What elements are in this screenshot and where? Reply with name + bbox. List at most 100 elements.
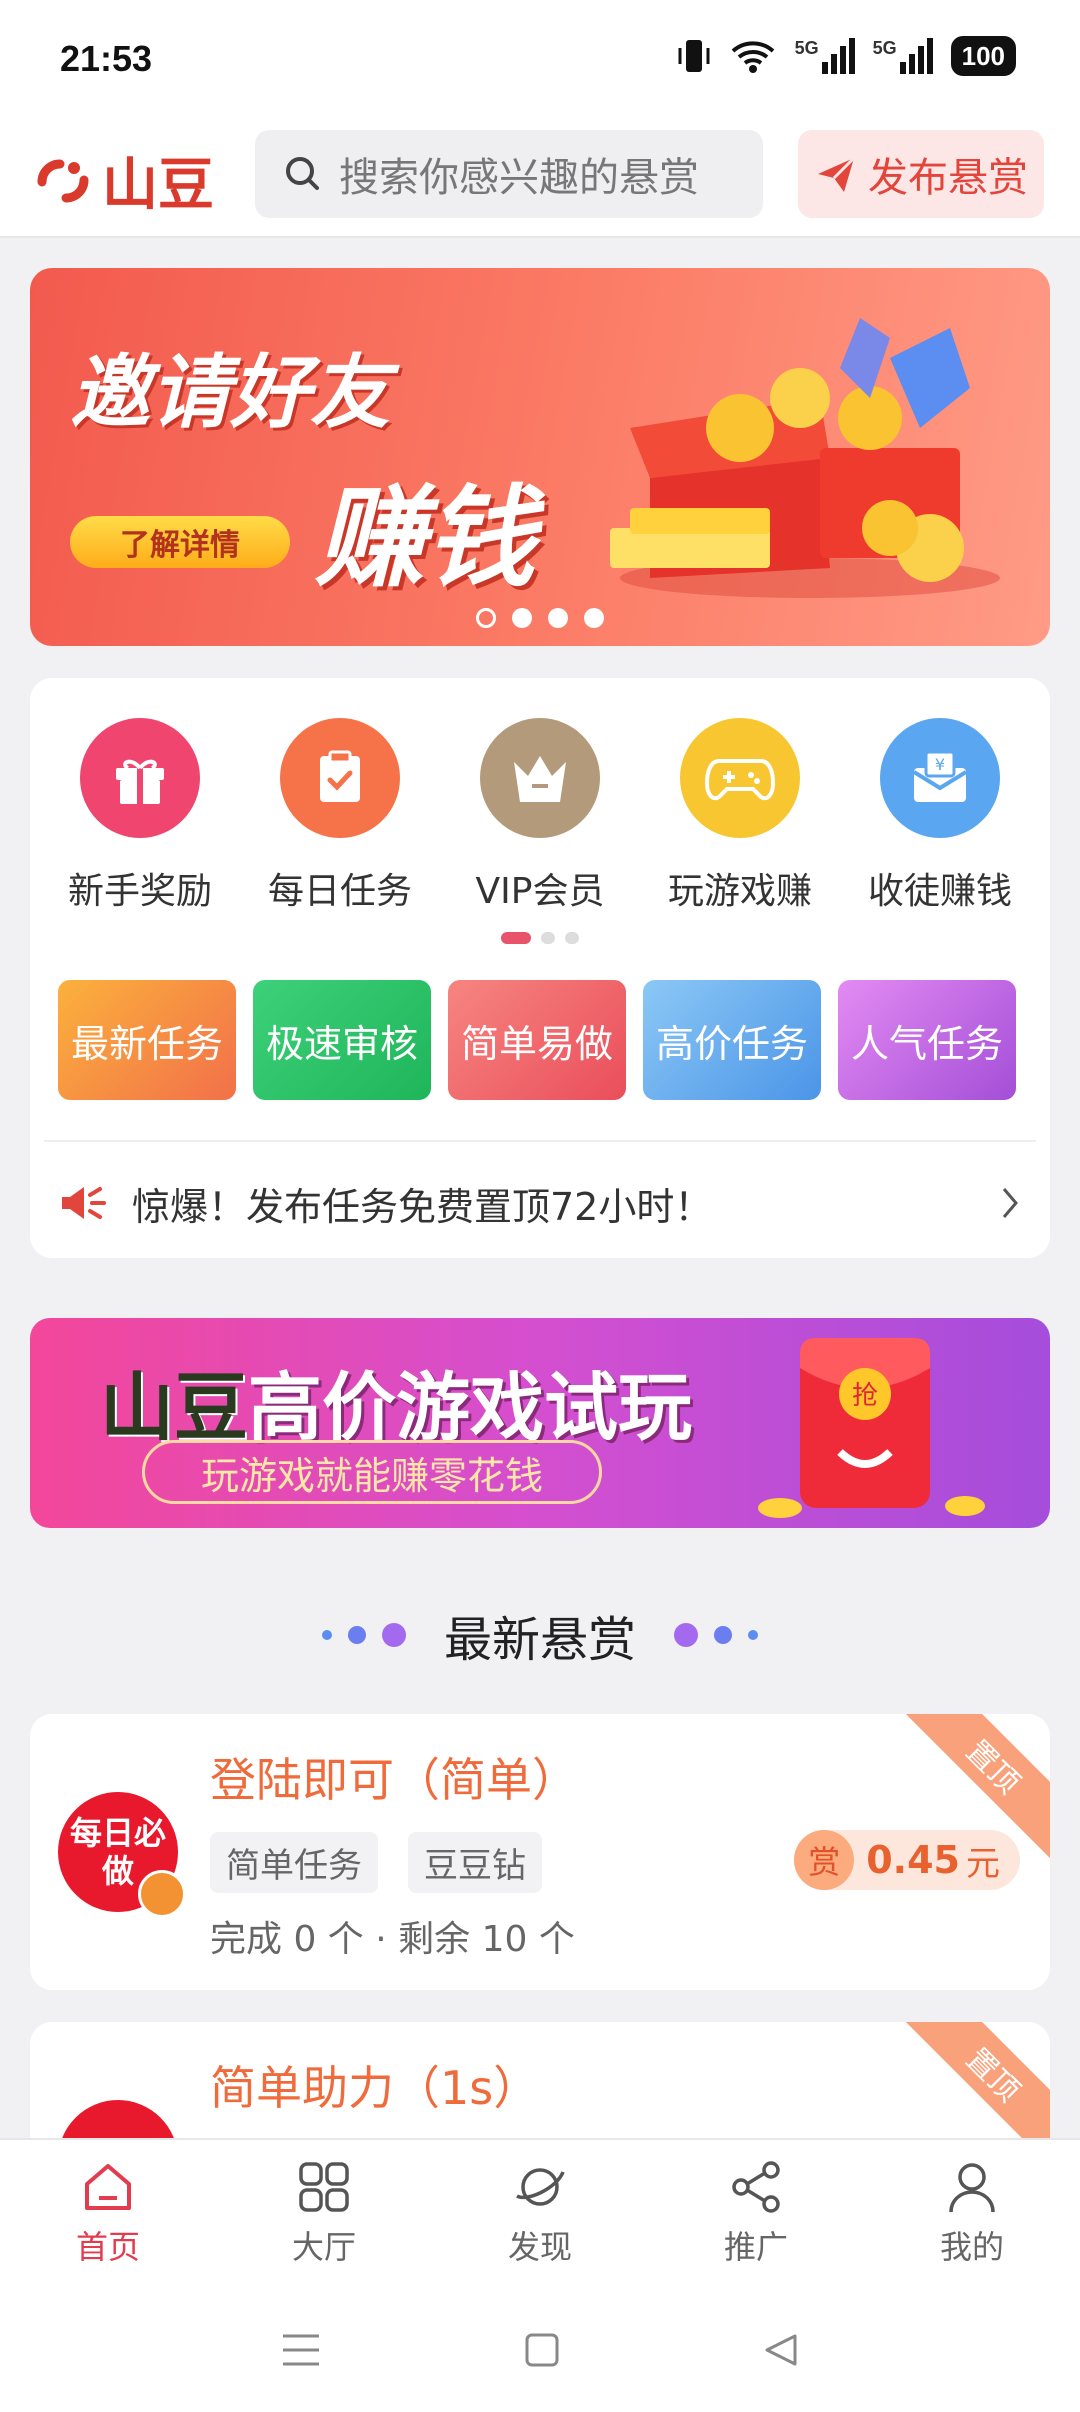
menu-icon[interactable] xyxy=(281,2332,321,2368)
banner-detail-button[interactable]: 了解详情 xyxy=(70,516,290,568)
tab-discover[interactable]: 发现 xyxy=(432,2140,648,2288)
task-title: 简单助力（1s） xyxy=(210,2061,540,2115)
task-card[interactable]: 每日必做 登陆即可（简单） 简单任务 豆豆钻 完成 0 个 · 剩余 10 个 … xyxy=(30,1714,1050,1990)
crown-icon xyxy=(480,718,600,838)
carousel-dot[interactable] xyxy=(584,608,604,628)
logo-text: 山豆 xyxy=(102,153,214,218)
status-time: 21:53 xyxy=(60,38,153,79)
paper-plane-icon xyxy=(818,156,856,192)
category-latest-tasks[interactable]: 最新任务 xyxy=(58,980,236,1100)
reward-amount: 0.45 xyxy=(866,1838,960,1882)
red-envelope-illustration: 抢 xyxy=(758,1338,985,1518)
signal-label: 5G xyxy=(794,38,819,58)
section-title: 最新悬赏 xyxy=(443,1612,636,1668)
grid-icon xyxy=(299,2162,349,2212)
quick-menu-label: 新手奖励 xyxy=(67,871,212,912)
quick-menu-label: 玩游戏赚 xyxy=(667,871,812,912)
publish-reward-button[interactable]: 发布悬赏 xyxy=(798,130,1044,218)
back-icon[interactable] xyxy=(763,2332,799,2368)
quick-menu-vip[interactable]: VIP会员 xyxy=(445,718,635,914)
task-title: 登陆即可（简单） xyxy=(210,1753,578,1807)
search-icon xyxy=(286,157,319,190)
page-dot[interactable] xyxy=(541,932,555,944)
task-reward: 赏 0.45 元 xyxy=(794,1830,1020,1890)
invite-banner[interactable]: 邀请好友 赚钱 了解详情 xyxy=(30,268,1050,646)
task-tag: 简单任务 xyxy=(210,1832,378,1893)
quick-menu-game-earn[interactable]: 玩游戏赚 xyxy=(645,718,835,914)
share-icon xyxy=(732,2161,780,2213)
home-square-icon[interactable] xyxy=(524,2332,560,2368)
tab-label: 推广 xyxy=(723,2228,788,2266)
user-icon xyxy=(949,2163,995,2213)
tab-label: 首页 xyxy=(75,2228,140,2266)
page-dot[interactable] xyxy=(565,932,579,944)
wifi-icon xyxy=(731,41,774,73)
latest-rewards-header: 最新悬赏 xyxy=(0,1600,1080,1670)
tab-label: 我的 xyxy=(939,2228,1004,2266)
clipboard-check-icon xyxy=(280,718,400,838)
game-trial-banner[interactable]: 山豆高价游戏试玩 玩游戏就能赚零花钱 抢 xyxy=(30,1318,1050,1528)
task-progress: 完成 0 个 · 剩余 10 个 xyxy=(210,1919,575,1960)
system-nav-bar xyxy=(0,2288,1080,2412)
task-category-row: 最新任务 极速审核 简单易做 高价任务 人气任务 xyxy=(58,980,1016,1100)
tab-label: 大厅 xyxy=(291,2228,356,2266)
carousel-dot[interactable] xyxy=(512,608,532,628)
app-header: 山豆 搜索你感兴趣的悬赏 发布悬赏 xyxy=(0,118,1080,238)
category-fast-review[interactable]: 极速审核 xyxy=(253,980,431,1100)
chevron-right-icon xyxy=(1002,1188,1018,1218)
publish-label: 发布悬赏 xyxy=(868,155,1028,201)
quick-menu-label: 每日任务 xyxy=(267,871,412,912)
banner-title: 邀请好友 xyxy=(70,346,390,439)
vibrate-icon xyxy=(678,40,710,72)
quick-menu-card: 新手奖励 每日任务 VIP会员 玩游戏赚 ¥ 收徒赚钱 最新任务 极速审核 简单… xyxy=(30,678,1050,1258)
carousel-dot[interactable] xyxy=(548,608,568,628)
search-bar[interactable]: 搜索你感兴趣的悬赏 xyxy=(255,130,763,218)
notice-bar[interactable]: 惊爆！发布任务免费置顶72小时！ xyxy=(58,1168,1022,1238)
reward-prefix: 赏 xyxy=(794,1830,855,1890)
category-popular[interactable]: 人气任务 xyxy=(838,980,1016,1100)
quick-menu-label: 收徒赚钱 xyxy=(867,871,1012,912)
tab-mine[interactable]: 我的 xyxy=(864,2140,1080,2288)
category-high-price[interactable]: 高价任务 xyxy=(643,980,821,1100)
signal-label-2: 5G xyxy=(872,38,897,58)
banner-subtitle: 赚钱 xyxy=(315,474,535,602)
task-tag: 豆豆钻 xyxy=(408,1832,542,1893)
home-icon xyxy=(85,2164,131,2210)
logo-mark-icon xyxy=(37,159,89,202)
envelope-yuan-icon: ¥ xyxy=(880,718,1000,838)
search-placeholder: 搜索你感兴趣的悬赏 xyxy=(339,155,699,201)
page-dot[interactable] xyxy=(501,932,531,944)
gamepad-icon xyxy=(680,718,800,838)
quick-menu-row: 新手奖励 每日任务 VIP会员 玩游戏赚 ¥ 收徒赚钱 xyxy=(30,718,1050,914)
reward-unit: 元 xyxy=(966,1843,1000,1884)
task-tags: 简单任务 豆豆钻 xyxy=(210,1832,542,1893)
svg-text:¥: ¥ xyxy=(935,755,945,774)
promo-subtitle: 玩游戏就能赚零花钱 xyxy=(142,1440,602,1504)
promo-brand: 山豆 xyxy=(100,1365,248,1451)
carousel-dot[interactable] xyxy=(476,608,496,628)
megaphone-icon xyxy=(62,1187,106,1219)
tab-home[interactable]: 首页 xyxy=(0,2140,216,2288)
gift-icon xyxy=(80,718,200,838)
crown-badge-icon xyxy=(138,1870,186,1918)
divider xyxy=(44,1140,1036,1142)
quick-menu-daily-task[interactable]: 每日任务 xyxy=(245,718,435,914)
tab-hall[interactable]: 大厅 xyxy=(216,2140,432,2288)
envelope-badge: 抢 xyxy=(852,1381,878,1411)
quick-menu-page-dots xyxy=(30,932,1050,944)
app-logo[interactable]: 山豆 xyxy=(36,140,214,221)
tab-promote[interactable]: 推广 xyxy=(648,2140,864,2288)
category-easy[interactable]: 简单易做 xyxy=(448,980,626,1100)
planet-icon xyxy=(516,2168,565,2206)
banner-carousel-dots xyxy=(30,608,1050,628)
signal-icon-2: 5G xyxy=(873,38,933,74)
promo-title: 山豆高价游戏试玩 xyxy=(100,1348,692,1455)
gift-box-illustration xyxy=(610,318,1000,598)
tab-label: 发现 xyxy=(507,2228,572,2266)
quick-menu-label: VIP会员 xyxy=(475,871,605,912)
quick-menu-newbie-reward[interactable]: 新手奖励 xyxy=(45,718,235,914)
quick-menu-recruit[interactable]: ¥ 收徒赚钱 xyxy=(845,718,1035,914)
status-bar: 21:53 5G 5G 100 xyxy=(0,0,1080,118)
promo-title-text: 高价游戏试玩 xyxy=(248,1365,692,1451)
notice-text: 惊爆！发布任务免费置顶72小时！ xyxy=(132,1184,713,1229)
